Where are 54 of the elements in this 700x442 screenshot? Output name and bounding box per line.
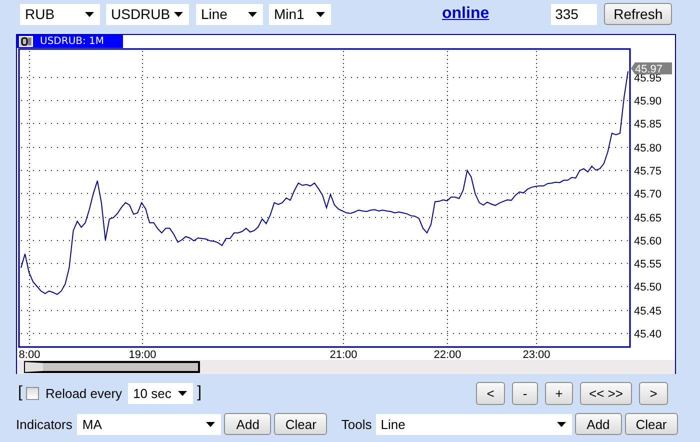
y-axis-label: 45.90 xyxy=(634,96,662,108)
clear-button[interactable]: Clear xyxy=(274,413,328,435)
dropdown[interactable]: Line xyxy=(376,414,572,434)
window-icon[interactable] xyxy=(19,36,33,47)
tools-label: Tools xyxy=(341,416,372,432)
caret-icon xyxy=(248,12,257,16)
y-axis-label: 45.80 xyxy=(634,142,662,154)
bracket: [ xyxy=(18,384,22,402)
caret-icon xyxy=(174,12,183,16)
reload-checkbox[interactable] xyxy=(26,386,40,400)
y-axis-label: 45.65 xyxy=(634,212,662,224)
x-axis-label: 23:00 xyxy=(522,349,550,360)
y-axis-label: 45.70 xyxy=(634,188,662,200)
dropdown[interactable]: USDRUB xyxy=(106,4,189,24)
price-tag: 45.97 xyxy=(631,62,672,76)
y-axis-label: 45.60 xyxy=(634,236,662,248)
fit-button[interactable]: << >> xyxy=(580,382,632,404)
x-axis-label: 21:00 xyxy=(330,349,358,360)
indicators-label: Indicators xyxy=(16,416,72,432)
x-axis-label: 8:00 xyxy=(18,349,40,360)
x-axis-label: 19:00 xyxy=(128,349,156,360)
y-axis-label: 45.45 xyxy=(634,306,662,318)
caret-icon xyxy=(556,422,566,426)
y-axis-label: 45.85 xyxy=(634,118,662,130)
add-button[interactable]: Add xyxy=(574,413,622,435)
zoom-in-button[interactable]: + xyxy=(545,382,573,404)
dropdown[interactable]: Min1 xyxy=(269,4,331,24)
zoom-out-button[interactable]: - xyxy=(512,382,538,404)
caret-icon xyxy=(206,422,216,426)
dropdown[interactable]: MA xyxy=(77,414,222,434)
dropdown[interactable]: Line xyxy=(196,4,263,24)
reload-label: Reload every xyxy=(45,386,122,400)
chart-title: USDRUB: 1M xyxy=(40,36,104,47)
y-axis-label: 45.55 xyxy=(634,258,662,270)
x-axis-label: 22:00 xyxy=(434,349,462,360)
y-axis-label: 45.40 xyxy=(634,328,662,340)
y-axis-label: 45.95 xyxy=(634,72,662,84)
scrollbar-thumb[interactable] xyxy=(25,362,199,372)
bracket: ] xyxy=(197,384,202,402)
clear-button[interactable]: Clear xyxy=(624,413,678,435)
forward-button[interactable]: > xyxy=(639,382,668,404)
add-button[interactable]: Add xyxy=(224,413,272,435)
dropdown[interactable]: RUB xyxy=(20,4,100,24)
dropdown[interactable]: 10 sec xyxy=(128,382,194,404)
y-axis-label: 45.50 xyxy=(634,282,662,294)
refresh-button[interactable]: Refresh xyxy=(604,3,672,25)
caret-icon xyxy=(316,12,325,16)
status-link[interactable]: online xyxy=(442,5,490,23)
caret-icon xyxy=(85,12,94,16)
caret-icon xyxy=(178,390,188,396)
y-axis-label: 45.75 xyxy=(634,166,662,178)
count-field[interactable]: 335 xyxy=(551,4,598,24)
back-button[interactable]: < xyxy=(476,382,505,404)
scrollbar[interactable] xyxy=(17,360,675,374)
